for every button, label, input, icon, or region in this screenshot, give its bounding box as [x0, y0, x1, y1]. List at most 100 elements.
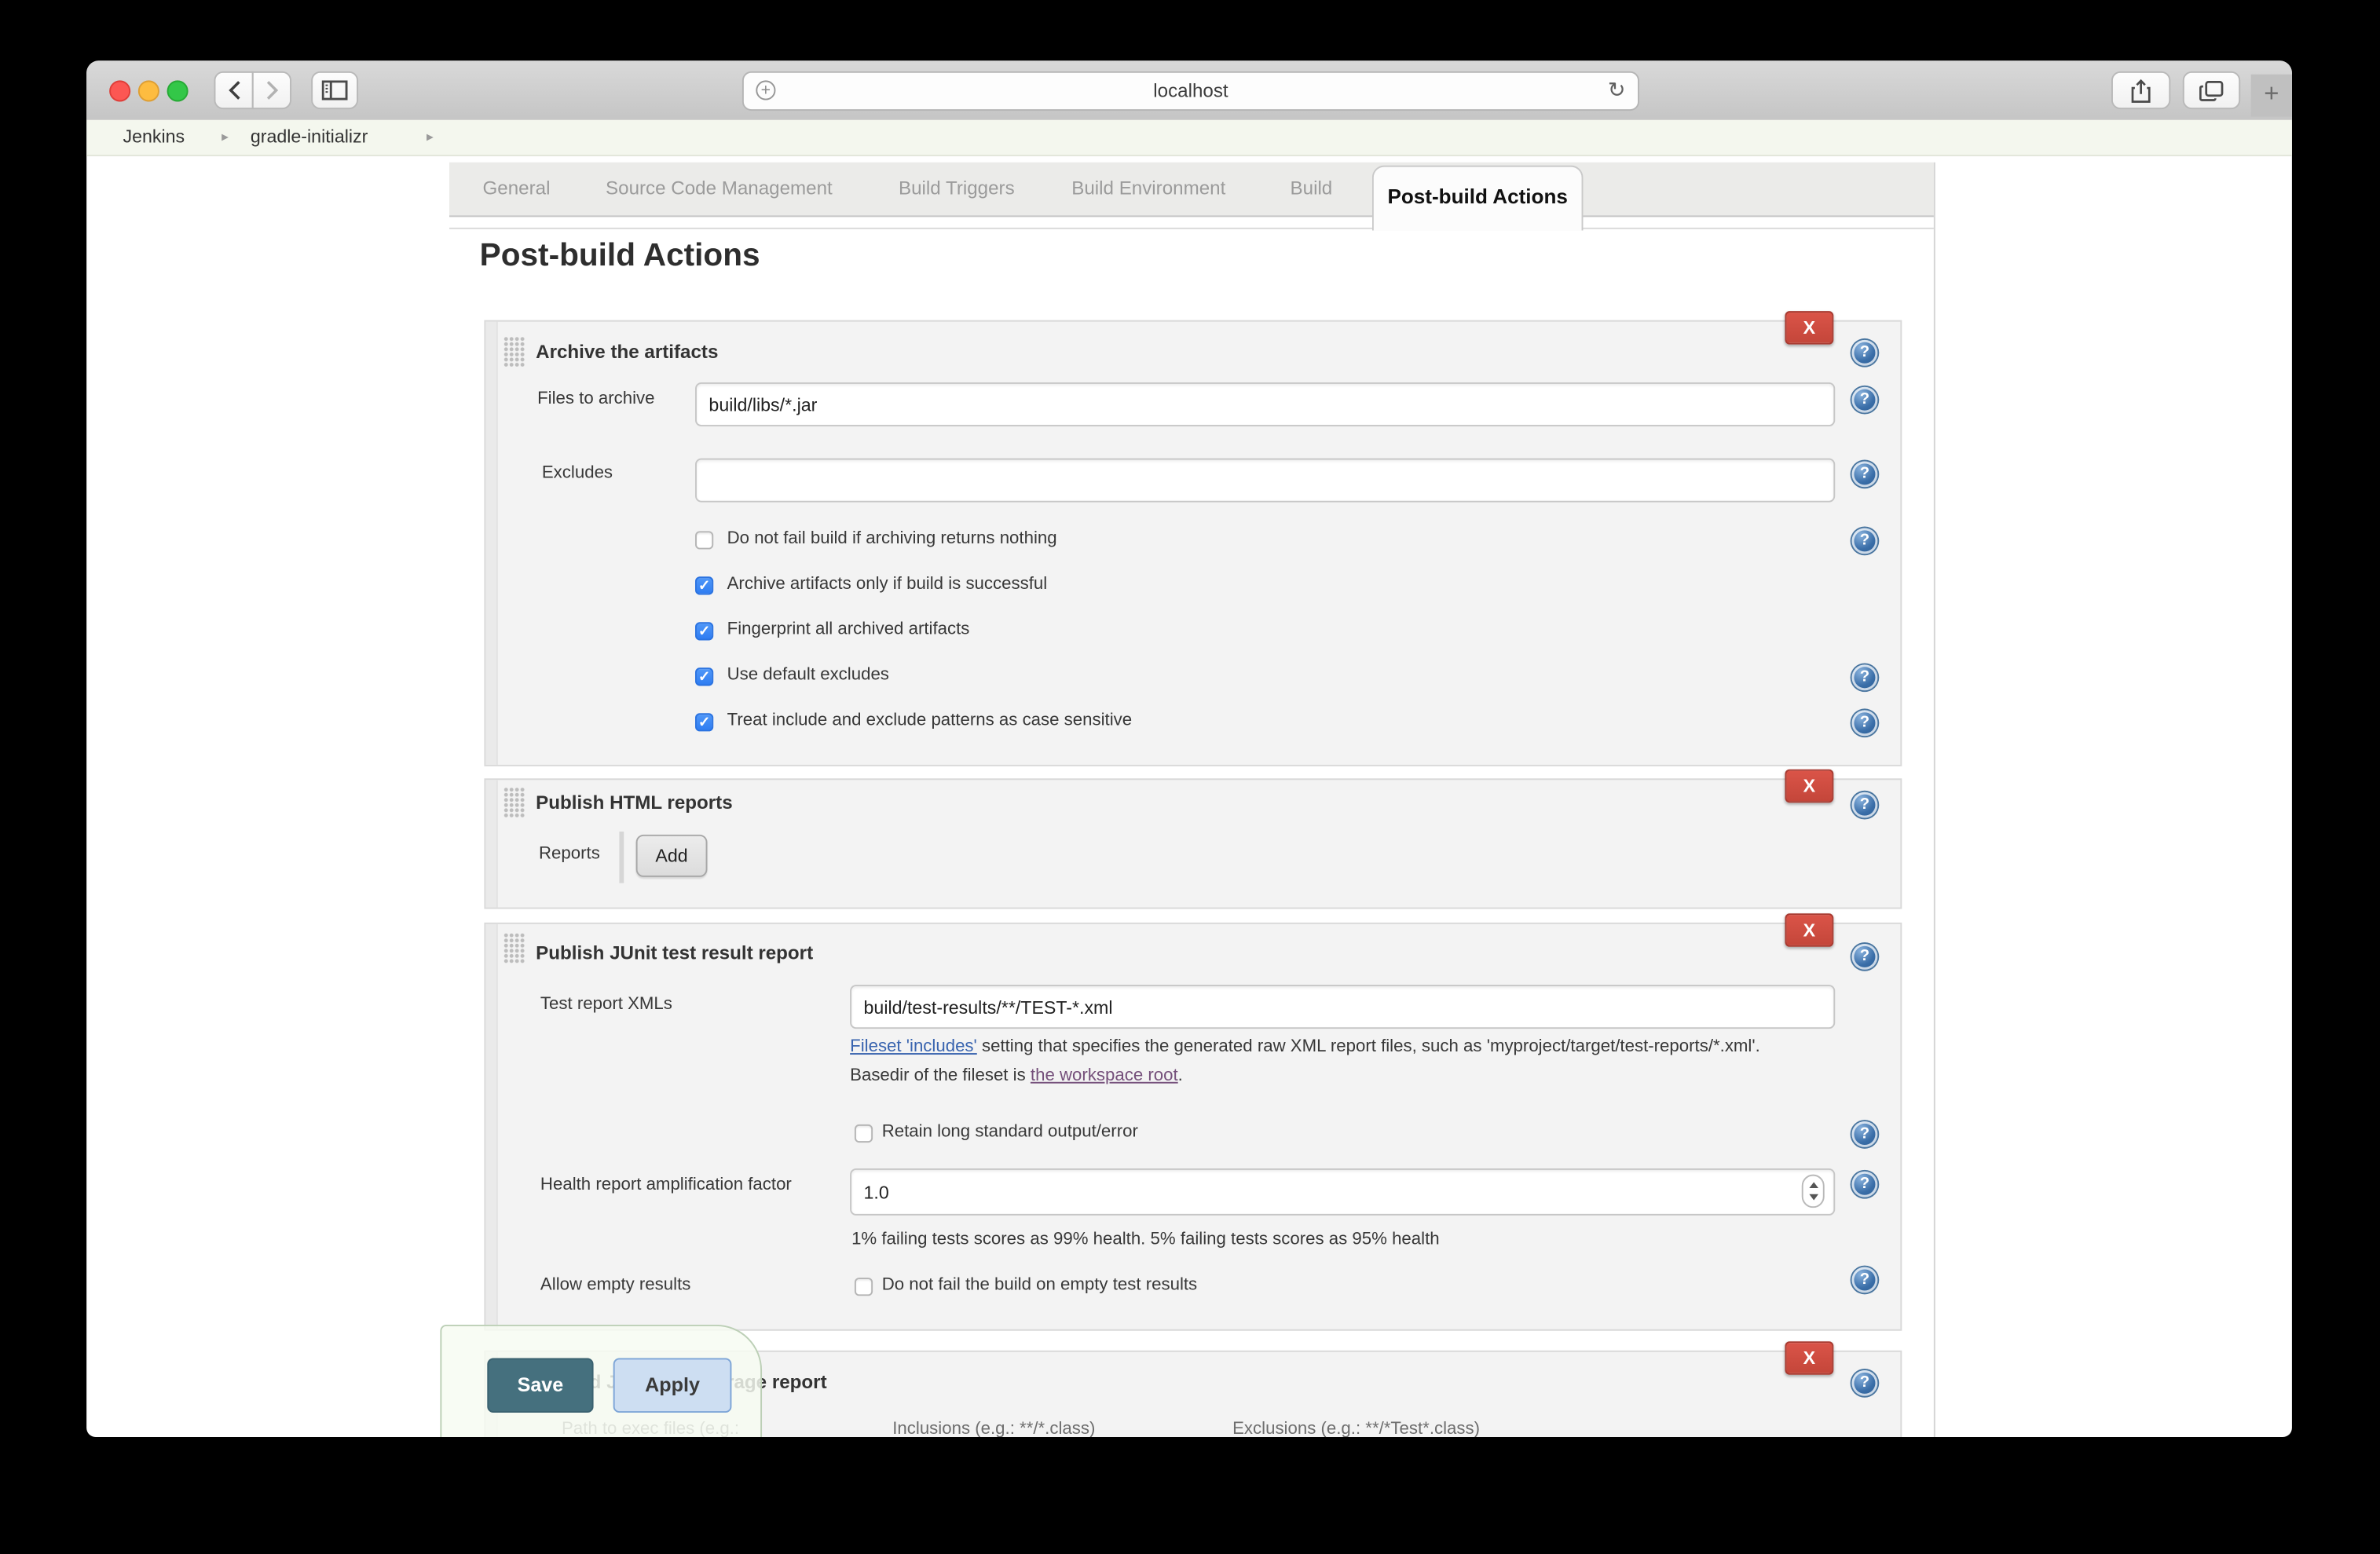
checkmark-icon: ✓: [698, 623, 710, 640]
section-title: Publish JUnit test result report: [536, 942, 813, 963]
overlapping-squares-icon: [2199, 79, 2224, 101]
reload-icon[interactable]: ↻: [1608, 78, 1626, 104]
browser-toolbar: + localhost ↻: [86, 60, 2292, 121]
help-icon[interactable]: ?: [1852, 1121, 1878, 1147]
chevron-left-icon: [227, 80, 240, 100]
health-factor-input[interactable]: [850, 1168, 1835, 1216]
minimize-window-button[interactable]: [138, 80, 159, 101]
files-to-archive-label: Files to archive: [537, 390, 654, 408]
checkbox-label: Fingerprint all archived artifacts: [727, 620, 970, 638]
help-icon[interactable]: ?: [1852, 340, 1878, 366]
breadcrumb-job-link[interactable]: gradle-initializr: [251, 120, 368, 155]
close-window-button[interactable]: [109, 80, 130, 101]
inclusions-label: Inclusions (e.g.: **/*.class): [892, 1421, 1095, 1437]
checkbox-label: Do not fail the build on empty test resu…: [882, 1276, 1197, 1294]
panel-gutter: [485, 924, 497, 1329]
tab-post-build-actions[interactable]: Post-build Actions: [1372, 166, 1584, 231]
test-report-xmls-label: Test report XMLs: [540, 996, 672, 1014]
add-report-button[interactable]: Add: [636, 835, 708, 877]
divider: [449, 228, 1934, 229]
stepper-up-icon[interactable]: [1808, 1182, 1818, 1188]
delete-html-reports-section-button[interactable]: X: [1785, 770, 1833, 803]
sidebar-icon: [322, 80, 348, 100]
help-icon[interactable]: ?: [1852, 710, 1878, 736]
number-stepper[interactable]: [1802, 1175, 1825, 1208]
share-button[interactable]: [2111, 71, 2170, 109]
workspace-root-link[interactable]: the workspace root: [1031, 1066, 1178, 1084]
panel-gutter: [485, 780, 497, 907]
help-text: setting that specifies the generated raw…: [850, 1038, 1760, 1085]
do-not-fail-checkbox[interactable]: [695, 531, 713, 549]
allow-empty-checkbox[interactable]: [855, 1278, 873, 1296]
help-icon[interactable]: ?: [1852, 664, 1878, 690]
help-text-end: .: [1178, 1066, 1183, 1084]
case-sensitive-checkbox[interactable]: ✓: [695, 713, 713, 731]
fileset-help-text: Fileset 'includes' setting that specifie…: [850, 1033, 1803, 1091]
tab-overview-button[interactable]: [2183, 71, 2240, 109]
checkbox-label: Do not fail build if archiving returns n…: [727, 529, 1057, 547]
drag-handle-icon[interactable]: [504, 337, 525, 367]
browser-window: + localhost ↻: [86, 60, 2292, 1437]
health-factor-note: 1% failing tests scores as 99% health. 5…: [851, 1230, 1440, 1249]
delete-junit-section-button[interactable]: X: [1785, 913, 1833, 947]
fileset-includes-link[interactable]: Fileset 'includes': [850, 1038, 977, 1056]
forward-button[interactable]: [252, 71, 291, 109]
apply-button[interactable]: Apply: [613, 1358, 732, 1413]
section-title: Publish HTML reports: [536, 792, 733, 814]
save-button[interactable]: Save: [487, 1358, 593, 1413]
excludes-label: Excludes: [542, 464, 613, 482]
tab-general[interactable]: General: [483, 163, 551, 216]
content-column-border: [1934, 163, 1935, 1437]
share-icon: [2131, 79, 2151, 103]
checkmark-icon: ✓: [698, 715, 710, 731]
divider: [619, 832, 624, 883]
zoom-window-button[interactable]: [167, 80, 189, 101]
tab-build-triggers[interactable]: Build Triggers: [899, 163, 1015, 216]
archive-only-if-successful-checkbox[interactable]: ✓: [695, 576, 713, 594]
tab-source-code-management[interactable]: Source Code Management: [606, 163, 833, 216]
help-icon[interactable]: ?: [1852, 387, 1878, 413]
back-button[interactable]: [214, 71, 253, 109]
test-report-xmls-input[interactable]: [850, 985, 1835, 1029]
help-icon[interactable]: ?: [1852, 1267, 1878, 1293]
excludes-input[interactable]: [695, 459, 1835, 503]
reports-label: Reports: [539, 845, 600, 863]
chevron-right-icon: ▸: [427, 120, 434, 155]
checkmark-icon: ✓: [698, 669, 710, 686]
fingerprint-checkbox[interactable]: ✓: [695, 622, 713, 640]
screenshot-stage: + localhost ↻: [0, 0, 2380, 1554]
sidebar-toggle-button[interactable]: [311, 71, 358, 109]
files-to-archive-input[interactable]: [695, 382, 1835, 426]
retain-output-checkbox[interactable]: [855, 1124, 873, 1143]
checkbox-label: Use default excludes: [727, 666, 889, 684]
help-icon[interactable]: ?: [1852, 461, 1878, 487]
help-icon[interactable]: ?: [1852, 792, 1878, 818]
help-icon[interactable]: ?: [1852, 528, 1878, 554]
help-icon[interactable]: ?: [1852, 944, 1878, 970]
checkbox-label: Archive artifacts only if build is succe…: [727, 575, 1048, 593]
chevron-right-icon: [265, 80, 278, 100]
publish-junit-panel: [484, 923, 1902, 1331]
panel-gutter: [485, 322, 497, 765]
new-tab-button[interactable]: +: [2251, 75, 2292, 117]
tab-build[interactable]: Build: [1291, 163, 1333, 216]
delete-archive-section-button[interactable]: X: [1785, 311, 1833, 345]
allow-empty-results-label: Allow empty results: [540, 1276, 690, 1294]
help-icon[interactable]: ?: [1852, 1172, 1878, 1197]
default-excludes-checkbox[interactable]: ✓: [695, 667, 713, 686]
exclusions-label: Exclusions (e.g.: **/*Test*.class): [1232, 1421, 1480, 1437]
help-icon[interactable]: ?: [1852, 1370, 1878, 1396]
health-factor-label: Health report amplification factor: [540, 1176, 792, 1194]
drag-handle-icon[interactable]: [504, 933, 525, 963]
stepper-down-icon[interactable]: [1808, 1194, 1818, 1201]
delete-jacoco-section-button[interactable]: X: [1785, 1341, 1833, 1375]
url-field[interactable]: + localhost ↻: [742, 71, 1639, 111]
breadcrumb-jenkins-link[interactable]: Jenkins: [123, 120, 185, 155]
health-factor-field: [850, 1168, 1835, 1216]
chevron-right-icon: ▸: [222, 120, 229, 155]
drag-handle-icon[interactable]: [504, 788, 525, 818]
checkmark-icon: ✓: [698, 578, 710, 594]
url-text: localhost: [744, 73, 1638, 109]
checkbox-label: Retain long standard output/error: [882, 1123, 1138, 1141]
tab-build-environment[interactable]: Build Environment: [1071, 163, 1225, 216]
